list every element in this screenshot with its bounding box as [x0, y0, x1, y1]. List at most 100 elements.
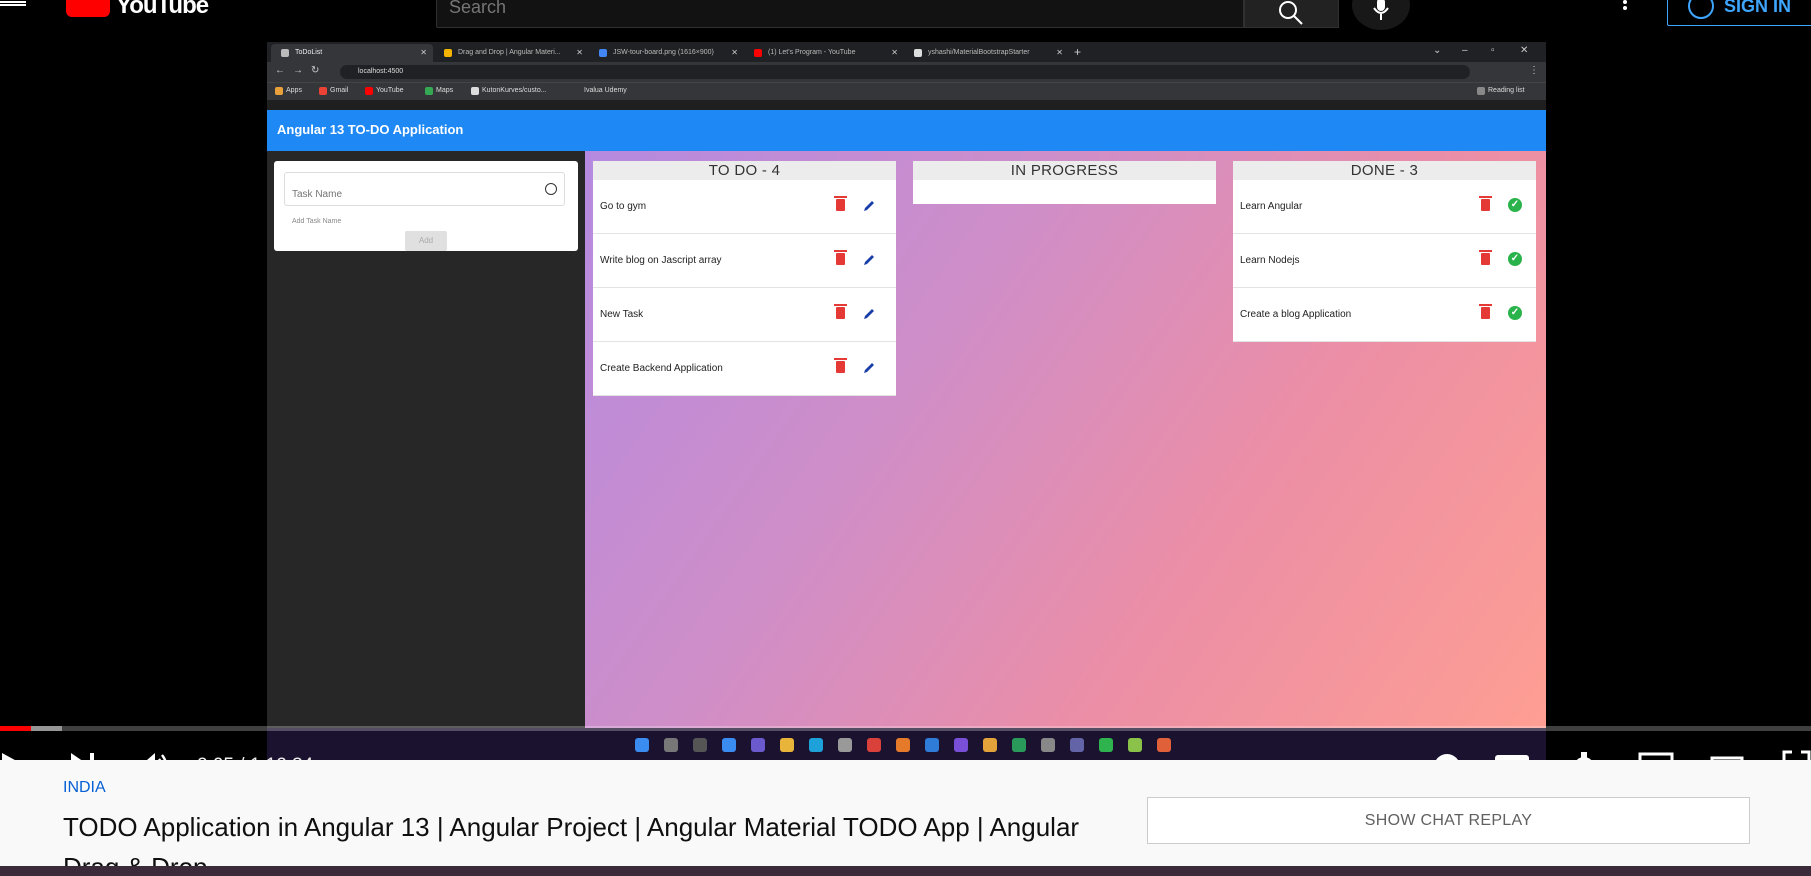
youtube-header: YouTube SIGN IN: [0, 0, 1811, 42]
app-toolbar: Angular 13 TO-DO Application: [267, 110, 1546, 151]
location-tag[interactable]: INDIA: [63, 779, 106, 797]
delete-icon[interactable]: [1479, 196, 1492, 211]
task-card[interactable]: Create a blog Application ✓: [1233, 288, 1536, 342]
widgets-icon: [722, 738, 736, 752]
apps-icon: [275, 87, 283, 95]
edit-icon[interactable]: [862, 361, 876, 375]
close-tab-icon: ✕: [731, 48, 738, 57]
tab-title: JSW-tour-board.png (1616×900): [613, 49, 714, 56]
task-label: Write blog on Jascript array: [600, 255, 722, 266]
search-input[interactable]: [437, 0, 1243, 28]
chat-app-icon: [751, 738, 765, 752]
tab-title: ToDoList: [295, 49, 323, 56]
visual-studio-icon: [954, 738, 968, 752]
forward-icon: →: [293, 65, 303, 76]
window-close-icon: ✕: [1520, 45, 1529, 56]
delete-icon[interactable]: [834, 196, 847, 211]
task-card[interactable]: New Task: [593, 288, 896, 342]
app-icon: [867, 738, 881, 752]
task-label: Learn Nodejs: [1240, 255, 1300, 266]
app-title: Angular 13 TO-DO Application: [277, 122, 464, 137]
close-tab-icon: ✕: [1056, 48, 1063, 57]
check-circle-icon[interactable]: ✓: [1508, 252, 1522, 266]
gmail-icon: [319, 87, 327, 95]
in-progress-column-header: IN PROGRESS: [913, 161, 1216, 180]
tab-search-icon: ⌄: [1433, 45, 1442, 56]
browser-tab: ToDoList ✕: [271, 44, 433, 62]
app-icon: [1012, 738, 1026, 752]
windows-taskbar: [267, 728, 1546, 760]
bottom-strip: [0, 866, 1811, 876]
back-icon: ←: [275, 65, 285, 76]
app-icon: [1041, 738, 1055, 752]
browser-tab-strip: ToDoList ✕ Drag and Drop | Angular Mater…: [267, 42, 1546, 62]
add-task-button[interactable]: Add: [405, 231, 447, 251]
todo-list: Go to gym Write blog on Jascript array N…: [593, 180, 896, 396]
app-icon: [1128, 738, 1142, 752]
emoji-icon: [545, 183, 557, 195]
bookmark-item: Apps: [275, 87, 302, 95]
search-button[interactable]: [1244, 0, 1339, 28]
windows-start-icon: [635, 738, 649, 752]
sign-in-button[interactable]: SIGN IN: [1667, 0, 1811, 26]
youtube-icon: [365, 87, 373, 95]
task-label: Learn Angular: [1240, 201, 1303, 212]
tab-favicon-icon: [914, 49, 922, 57]
edge-icon: [809, 738, 823, 752]
hamburger-menu-icon[interactable]: [0, 0, 26, 10]
progress-bar[interactable]: [0, 726, 1811, 731]
github-icon: [471, 87, 479, 95]
task-card[interactable]: Create Backend Application: [593, 342, 896, 396]
tab-title: yshashi/MaterialBootstrapStarter: [928, 49, 1030, 56]
reading-list-icon: [1477, 87, 1485, 95]
bookmark-label: Gmail: [330, 87, 349, 94]
tab-favicon-icon: [444, 49, 452, 57]
delete-icon[interactable]: [834, 358, 847, 373]
bookmark-item: Gmail: [319, 87, 349, 95]
bookmark-label: Maps: [436, 87, 454, 94]
taskbar-search-icon: [664, 738, 678, 752]
youtube-logo[interactable]: YouTube: [66, 0, 209, 20]
task-label: Create Backend Application: [600, 363, 723, 374]
edit-icon[interactable]: [862, 199, 876, 213]
done-column-header: DONE - 3: [1233, 161, 1536, 180]
close-tab-icon: ✕: [891, 48, 898, 57]
bookmarks-bar: Apps Gmail YouTube Maps KutonKurves/cust…: [267, 82, 1546, 100]
edit-icon[interactable]: [862, 307, 876, 321]
delete-icon[interactable]: [1479, 250, 1492, 265]
edit-icon[interactable]: [862, 253, 876, 267]
show-chat-replay-button[interactable]: SHOW CHAT REPLAY: [1147, 797, 1750, 844]
sign-in-label: SIGN IN: [1724, 0, 1792, 16]
task-card[interactable]: Write blog on Jascript array: [593, 234, 896, 288]
settings-dots-icon[interactable]: [1618, 0, 1632, 10]
bookmark-item: Maps: [425, 87, 454, 95]
tab-title: Drag and Drop | Angular Materi...: [458, 49, 561, 56]
video-info: INDIA TODO Application in Angular 13 | A…: [0, 760, 1811, 876]
task-card[interactable]: Learn Angular ✓: [1233, 180, 1536, 234]
video-player[interactable]: ToDoList ✕ Drag and Drop | Angular Mater…: [0, 42, 1811, 782]
check-circle-icon[interactable]: ✓: [1508, 198, 1522, 212]
voice-search-button[interactable]: [1352, 0, 1410, 30]
vscode-icon: [925, 738, 939, 752]
delete-icon[interactable]: [834, 250, 847, 265]
done-list: Learn Angular ✓ Learn Nodejs ✓ Create a …: [1233, 180, 1536, 342]
app-icon: [896, 738, 910, 752]
task-form-card: Add Task Name Add: [274, 161, 578, 251]
in-progress-column: IN PROGRESS: [913, 161, 1216, 204]
account-icon: [1688, 0, 1714, 19]
browser-tab: JSW-tour-board.png (1616×900) ✕: [589, 44, 744, 62]
maps-icon: [425, 87, 433, 95]
browser-tab: yshashi/MaterialBootstrapStarter ✕: [904, 44, 1069, 62]
microphone-icon: [1373, 0, 1389, 20]
task-view-icon: [693, 738, 707, 752]
delete-icon[interactable]: [1479, 304, 1492, 319]
check-circle-icon[interactable]: ✓: [1508, 306, 1522, 320]
task-card[interactable]: Go to gym: [593, 180, 896, 234]
task-label: Go to gym: [600, 201, 647, 212]
tab-favicon-icon: [754, 49, 762, 57]
in-progress-list[interactable]: [913, 180, 1216, 204]
task-label: Create a blog Application: [1240, 309, 1352, 320]
task-name-input[interactable]: [284, 172, 565, 206]
task-card[interactable]: Learn Nodejs ✓: [1233, 234, 1536, 288]
delete-icon[interactable]: [834, 304, 847, 319]
